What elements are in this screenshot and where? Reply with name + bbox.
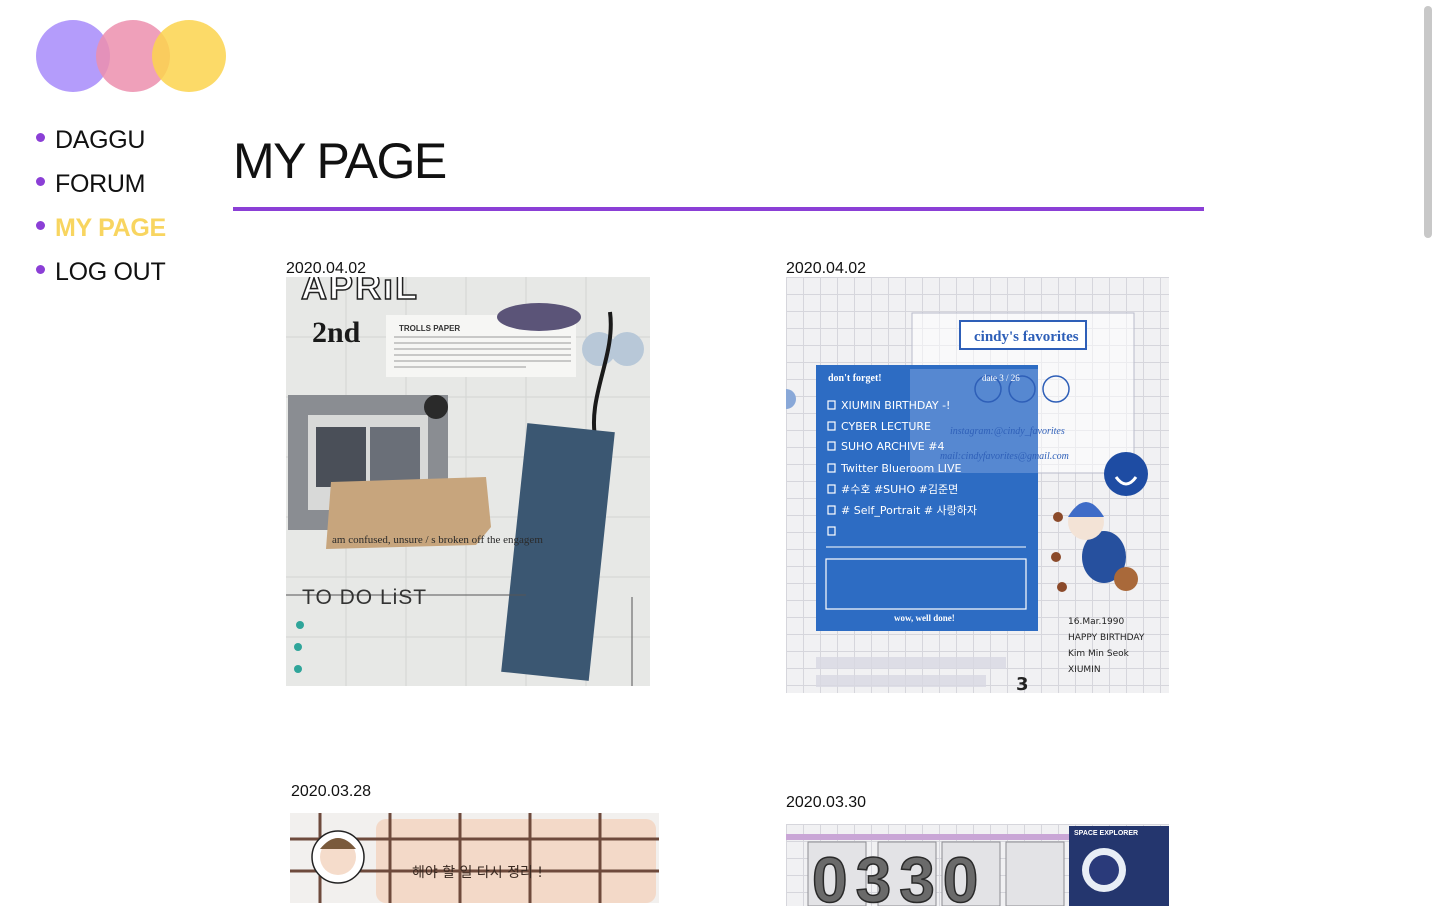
post-date: 2020.03.28	[291, 783, 372, 800]
page-title: MY PAGE	[233, 133, 447, 189]
photo-text-task: CYBER LECTURE	[841, 420, 931, 433]
photo-text-note: Kim Min Seok	[1068, 649, 1130, 659]
photo-text-task: #수호 #SUHO #김준면	[841, 483, 958, 496]
photo-text-mail: mail:cindyfavorites@gmail.com	[940, 451, 1069, 462]
nav-label-my-page: MY PAGE	[55, 213, 166, 242]
bullet-icon	[36, 264, 45, 274]
post-date: 2020.03.30	[786, 794, 867, 811]
photo-text-footer: wow, well done!	[894, 613, 955, 623]
photo-text-note: 16.Mar.1990	[1068, 617, 1125, 627]
nav-item-my-page[interactable]: MY PAGE	[30, 206, 166, 250]
site-logo[interactable]	[36, 20, 228, 92]
photo-text-banner: cindy's favorites	[974, 329, 1079, 345]
photo-text-task: Twitter Blueroom LIVE	[840, 462, 962, 475]
photo-text-note: XIUMIN	[1068, 665, 1101, 675]
photo-text-number: 3	[1016, 674, 1029, 693]
photo-text-digits: 0330	[812, 844, 986, 906]
photo-text-month: APRiL	[301, 277, 419, 307]
bullet-icon	[36, 176, 45, 186]
photo-text-badge: SPACE EXPLORER	[1074, 830, 1138, 837]
post-card[interactable]: 2020.03.28 해야 할 일 다시 정리 !	[290, 781, 659, 903]
photo-text-task: # Self_Portrait # 사랑하자	[841, 503, 977, 517]
nav-label-daggu: DAGGU	[55, 125, 146, 154]
post-photo[interactable]: APRiL 2nd TROLLS PAPER TO DO LiST am con…	[286, 277, 650, 686]
sidebar-nav: DAGGU FORUM MY PAGE LOG OUT	[30, 118, 166, 294]
post-photo[interactable]: 해야 할 일 다시 정리 !	[290, 813, 659, 903]
post-photo[interactable]: cindy's favorites don't forget! date 3 /…	[786, 277, 1169, 693]
photo-text-korean: 해야 할 일 다시 정리 !	[412, 865, 543, 881]
post-card[interactable]: 2020.03.30 0330 SPACE EXPLORER	[786, 792, 1169, 906]
nav-item-daggu[interactable]: DAGGU	[30, 118, 166, 162]
photo-text-day: 2nd	[312, 316, 361, 349]
nav-item-forum[interactable]: FORUM	[30, 162, 166, 206]
photo-text-insta: instagram:@cindy_favorites	[950, 426, 1065, 437]
nav-label-log-out: LOG OUT	[55, 257, 166, 286]
post-card[interactable]: 2020.04.02	[286, 258, 650, 686]
post-photo[interactable]: 0330 SPACE EXPLORER	[786, 824, 1169, 906]
photo-text-heading: don't forget!	[828, 373, 882, 384]
photo-text-todo: TO DO LiST	[302, 586, 427, 609]
photo-text-brand: TROLLS PAPER	[399, 324, 460, 333]
title-divider	[233, 207, 1204, 211]
nav-item-log-out[interactable]: LOG OUT	[30, 250, 166, 294]
photo-text-torn: am confused, unsure / s broken off the e…	[332, 534, 543, 546]
photo-text-date: date 3 / 26	[982, 373, 1020, 383]
bullet-icon	[36, 132, 45, 142]
nav-label-forum: FORUM	[55, 169, 146, 198]
scrollbar-thumb[interactable]	[1424, 6, 1432, 238]
photo-text-task: XIUMIN BIRTHDAY -!	[841, 399, 950, 412]
photo-text-note: HAPPY BIRTHDAY	[1068, 633, 1145, 643]
photo-text-task: SUHO ARCHIVE #4	[841, 440, 944, 453]
post-card[interactable]: 2020.04.02	[786, 258, 1169, 693]
logo-circle-yellow	[152, 20, 226, 92]
bullet-icon	[36, 220, 45, 230]
